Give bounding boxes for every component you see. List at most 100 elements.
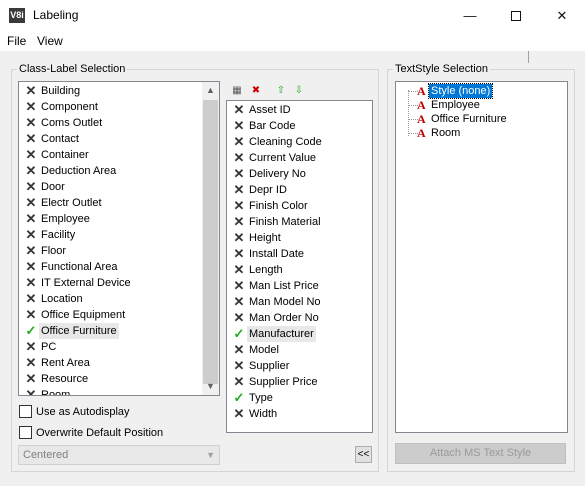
label-list-item-label: Bar Code — [249, 120, 296, 132]
class-list-item[interactable]: ✕ Electr Outlet — [19, 195, 219, 211]
class-list-item[interactable]: ✕ Building — [19, 83, 219, 99]
label-list-item-label: Current Value — [249, 152, 317, 164]
label-list-item-label: Delivery No — [249, 168, 306, 180]
label-list-item-label: Finish Color — [249, 200, 308, 212]
class-list-item[interactable]: ✕ Office Equipment — [19, 307, 219, 323]
label-list-item-label: Manufacturer — [247, 326, 316, 342]
textstyle-tree-label: Style (none) — [427, 83, 494, 99]
class-list-item[interactable]: ✕ Contact — [19, 131, 219, 147]
scroll-up-icon[interactable]: ▲ — [202, 82, 219, 99]
label-list-item[interactable]: ✕ Asset ID — [227, 102, 372, 118]
label-list-item[interactable]: ✕ Finish Color — [227, 198, 372, 214]
label-list-item[interactable]: ✕ Install Date — [227, 246, 372, 262]
label-list-item[interactable]: ✕ Model — [227, 342, 372, 358]
cross-icon: ✕ — [233, 102, 245, 117]
class-list-item[interactable]: ✕ Door — [19, 179, 219, 195]
label-list-item[interactable]: ✕ Depr ID — [227, 182, 372, 198]
class-list-item[interactable]: ✕ Facility — [19, 227, 219, 243]
cross-icon: ✕ — [25, 147, 37, 162]
class-list-item[interactable]: ✕ IT External Device — [19, 275, 219, 291]
class-list-item[interactable]: ✕ Deduction Area — [19, 163, 219, 179]
label-list[interactable]: ✕ Asset ID ✕ Bar Code ✕ Cleaning Code ✕ Current… — [226, 100, 373, 433]
close-button[interactable]: ✕ — [539, 0, 585, 31]
class-list-scrollbar[interactable]: ▲ ▼ — [202, 82, 219, 395]
label-list-item[interactable]: ✕ Height — [227, 230, 372, 246]
class-list-item-label: Location — [41, 293, 83, 305]
textstyle-tree-item[interactable]: A Office Furniture — [396, 112, 566, 126]
class-list-item[interactable]: ✕ Floor — [19, 243, 219, 259]
select-all-icon[interactable]: ▦ — [229, 83, 245, 99]
label-list-item[interactable]: ✕ Man Model No — [227, 294, 372, 310]
attach-ms-text-style-button[interactable]: Attach MS Text Style — [395, 443, 566, 464]
class-list-item-label: Deduction Area — [41, 165, 117, 177]
cross-icon: ✕ — [25, 227, 37, 242]
move-up-icon[interactable]: ⇧ — [273, 83, 289, 99]
cross-icon: ✕ — [233, 214, 245, 229]
label-list-item[interactable]: ✕ Length — [227, 262, 372, 278]
position-dropdown[interactable]: Centered ▼ — [18, 445, 220, 465]
class-list-item[interactable]: ✕ Employee — [19, 211, 219, 227]
cross-icon: ✕ — [25, 291, 37, 306]
class-list-item-label: Door — [41, 181, 65, 193]
minimize-button[interactable]: — — [447, 0, 493, 31]
cross-icon: ✕ — [233, 358, 245, 373]
text-style-icon: A — [417, 126, 426, 140]
label-list-item[interactable]: ✕ Width — [227, 406, 372, 422]
move-down-icon[interactable]: ⇩ — [291, 83, 307, 99]
label-list-item[interactable]: ✕ Current Value — [227, 150, 372, 166]
cross-icon: ✕ — [25, 195, 37, 210]
class-list-item[interactable]: ✕ Rent Area — [19, 355, 219, 371]
cross-icon: ✕ — [25, 275, 37, 290]
cross-icon: ✕ — [233, 374, 245, 389]
label-list-item[interactable]: ✕ Cleaning Code — [227, 134, 372, 150]
cross-icon: ✕ — [233, 310, 245, 325]
menu-file[interactable]: File — [7, 34, 26, 48]
class-list-item[interactable]: ✕ Functional Area — [19, 259, 219, 275]
class-list-item[interactable]: ✕ PC — [19, 339, 219, 355]
maximize-button[interactable] — [493, 0, 539, 31]
deselect-all-icon[interactable]: ✖ — [248, 83, 264, 99]
label-list-item[interactable]: ✓ Manufacturer — [227, 326, 372, 342]
cross-icon: ✕ — [233, 182, 245, 197]
label-list-item[interactable]: ✕ Supplier — [227, 358, 372, 374]
app-icon: V8i — [9, 8, 25, 23]
label-list-item[interactable]: ✕ Delivery No — [227, 166, 372, 182]
label-list-item[interactable]: ✕ Bar Code — [227, 118, 372, 134]
move-left-button[interactable]: << — [355, 446, 372, 463]
textstyle-tree[interactable]: A Style (none) A Employee A Office Furniture A… — [395, 81, 568, 433]
textstyle-tree-item[interactable]: A Style (none) — [396, 83, 566, 99]
label-list-item[interactable]: ✓ Type — [227, 390, 372, 406]
menu-view[interactable]: View — [37, 34, 63, 48]
chevron-down-icon: ▼ — [206, 450, 215, 460]
scroll-thumb[interactable] — [203, 100, 218, 384]
label-list-item-label: Man Order No — [249, 312, 319, 324]
cross-icon: ✕ — [25, 115, 37, 130]
class-list-item[interactable]: ✕ Coms Outlet — [19, 115, 219, 131]
class-list[interactable]: ✕ Building ✕ Component ✕ Coms Outlet ✕ Contact ✕… — [18, 81, 220, 396]
splitter-handle[interactable] — [528, 51, 530, 63]
class-list-item[interactable]: ✕ Resource — [19, 371, 219, 387]
overwrite-default-checkbox[interactable]: Overwrite Default Position — [19, 426, 163, 442]
class-list-item[interactable]: ✕ Location — [19, 291, 219, 307]
maximize-icon — [511, 10, 521, 21]
overwrite-default-label: Overwrite Default Position — [36, 427, 164, 439]
scroll-down-icon[interactable]: ▼ — [202, 378, 219, 395]
textstyle-tree-item[interactable]: A Employee — [396, 98, 566, 112]
checkbox-box[interactable] — [19, 405, 32, 418]
class-list-item[interactable]: ✕ Room — [19, 387, 219, 395]
position-value: Centered — [23, 449, 69, 461]
checkbox-box[interactable] — [19, 426, 32, 439]
use-autodisplay-checkbox[interactable]: Use as Autodisplay — [19, 405, 130, 421]
class-list-item-label: Office Equipment — [41, 309, 126, 321]
label-list-item[interactable]: ✕ Man Order No — [227, 310, 372, 326]
label-list-item-label: Man List Price — [249, 280, 319, 292]
textstyle-tree-item[interactable]: A Room — [396, 126, 566, 140]
textstyle-tree-label: Room — [431, 127, 461, 139]
label-list-item[interactable]: ✕ Supplier Price — [227, 374, 372, 390]
class-list-item[interactable]: ✕ Container — [19, 147, 219, 163]
label-list-item[interactable]: ✕ Man List Price — [227, 278, 372, 294]
label-list-item[interactable]: ✕ Finish Material — [227, 214, 372, 230]
cross-icon: ✕ — [233, 406, 245, 421]
class-list-item[interactable]: ✓ Office Furniture — [19, 323, 219, 339]
class-list-item[interactable]: ✕ Component — [19, 99, 219, 115]
